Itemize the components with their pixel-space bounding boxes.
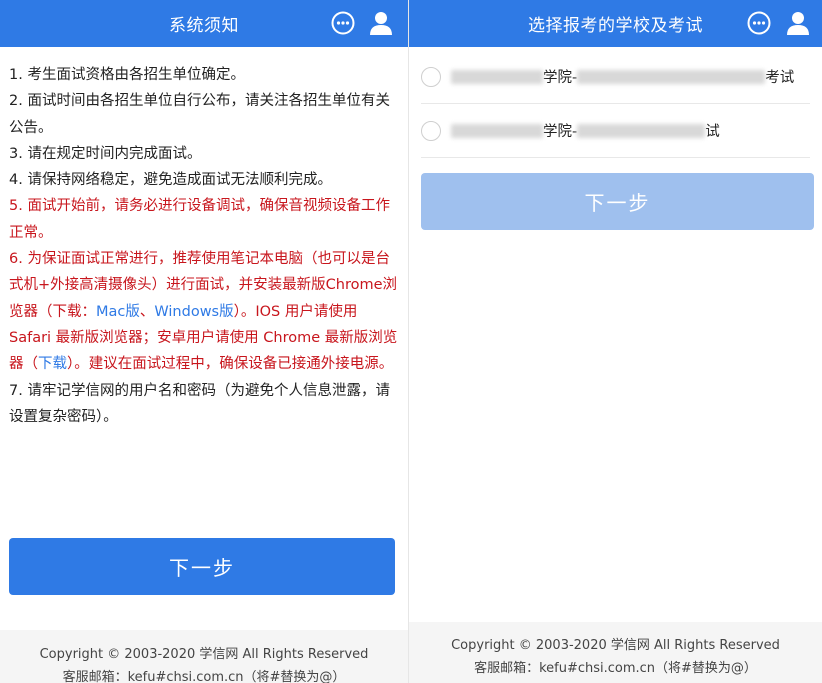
school-option-label: 学院- 试 [451,120,720,141]
contact-text: 客服邮箱：kefu#chsi.com.cn（将#替换为@） [474,661,757,676]
next-step-label: 下一步 [584,191,651,215]
next-step-label: 下一步 [169,556,235,580]
page-title: 选择报考的学校及考试 [528,16,703,36]
notice-item: 2. 面试时间由各招生单位自行公布，请关注各招生单位有关公告。 [9,88,399,141]
school-option[interactable]: 学院- 试 [421,104,810,158]
notice-text: 1. 考生面试资格由各招生单位确定。 [9,67,245,83]
download-link[interactable]: Mac版 [96,304,140,320]
chat-bubble-icon[interactable] [746,10,772,36]
redacted-text [451,69,543,84]
notice-header: 系统须知 [0,0,408,47]
user-icon[interactable] [368,10,394,36]
notice-panel: 系统须知 1. 考生面试资格由各招生单位确定。 2. 面试时间由各招生单位自行公布… [0,0,408,683]
school-option-label: 学院- 考试 [451,66,794,87]
copyright-text: Copyright © 2003-2020 学信网 All Rights Res… [451,638,780,653]
contact-text: 客服邮箱：kefu#chsi.com.cn（将#替换为@） [62,670,346,683]
school-select-panel: 选择报考的学校及考试 学院- 考试 学院- 试 下一步 Copyright © … [408,0,822,683]
redacted-text [577,123,706,138]
radio-button[interactable] [421,120,441,141]
notice-item: 3. 请在规定时间内完成面试。 [9,141,399,167]
radio-button[interactable] [421,66,441,87]
notice-item: 6. 为保证面试正常进行，推荐使用笔记本电脑（也可以是台式机+外接高清摄像头）进… [9,246,399,377]
school-list: 学院- 考试 学院- 试 [421,50,810,158]
notice-warning-text: ）。建议在面试过程中，确保设备已接通外接电源。 [67,356,394,373]
notice-item: 4. 请保持网络稳定，避免造成面试无法顺利完成。 [9,167,399,193]
redacted-text [577,69,766,84]
redacted-text [451,123,543,138]
notice-warning-text: 、 [139,303,155,320]
user-icon[interactable] [785,10,811,36]
copyright-text: Copyright © 2003-2020 学信网 All Rights Res… [39,647,369,662]
notice-item: 7. 请牢记学信网的用户名和密码（为避免个人信息泄露，请设置复杂密码）。 [9,378,399,431]
school-option[interactable]: 学院- 考试 [421,50,810,104]
footer: Copyright © 2003-2020 学信网 All Rights Res… [409,622,822,683]
notice-text: 4. 请保持网络稳定，避免造成面试无法顺利完成。 [9,172,332,189]
page-title: 系统须知 [169,16,239,36]
download-link[interactable]: 下载 [38,356,67,372]
chat-bubble-icon[interactable] [330,10,356,36]
download-link[interactable]: Windows版 [154,304,233,320]
school-select-header: 选择报考的学校及考试 [409,0,822,47]
notice-item: 5. 面试开始前，请务必进行设备调试，确保音视频设备工作正常。 [9,193,399,246]
next-step-button[interactable]: 下一步 [9,538,395,595]
notice-warning-text: 5. 面试开始前，请务必进行设备调试，确保音视频设备工作正常。 [9,198,390,241]
notice-item: 1. 考生面试资格由各招生单位确定。 [9,62,399,88]
notice-list: 1. 考生面试资格由各招生单位确定。 2. 面试时间由各招生单位自行公布，请关注各… [9,62,399,430]
footer: Copyright © 2003-2020 学信网 All Rights Res… [0,630,408,683]
notice-text: 3. 请在规定时间内完成面试。 [9,145,202,162]
notice-text: 2. 面试时间由各招生单位自行公布，请关注各招生单位有关公告。 [9,93,390,136]
next-step-button[interactable]: 下一步 [421,173,814,230]
notice-text: 7. 请牢记学信网的用户名和密码（为避免个人信息泄露，请设置复杂密码）。 [9,382,390,425]
